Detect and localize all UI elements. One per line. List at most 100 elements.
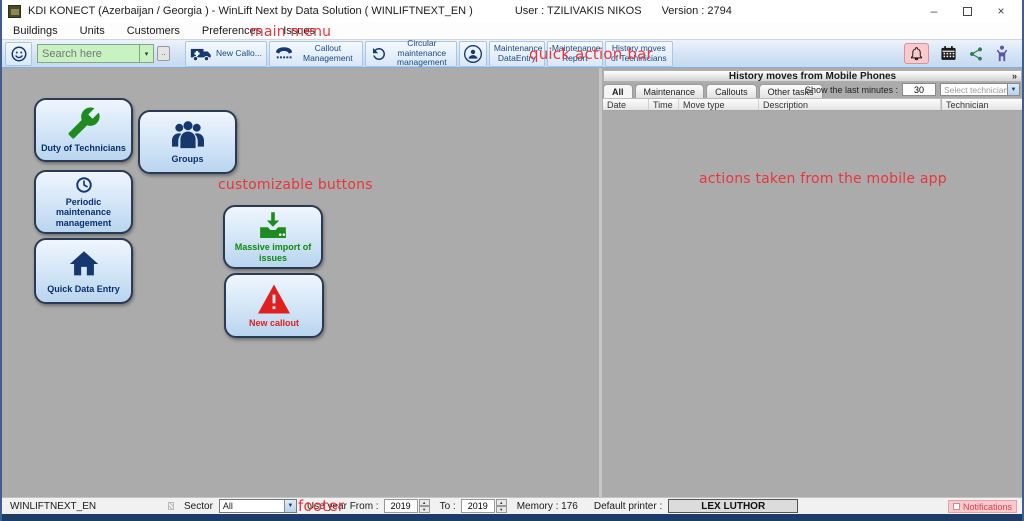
notifications-toggle[interactable]: Notifications — [948, 500, 1017, 513]
close-icon[interactable]: × — [994, 4, 1008, 18]
quick-action-bar: ▾ .. New Callo... Callou — [2, 40, 1022, 68]
calendar-button[interactable] — [940, 45, 957, 62]
technician-select-placeholder: Select technician — [941, 85, 1007, 95]
status-bar: WINLIFTNEXT_EN footer Sector All ▼ Use y… — [2, 497, 1022, 514]
callout-management-button[interactable]: Callout Management — [269, 41, 363, 67]
memory-indicator: Memory : 176 — [517, 501, 578, 512]
menu-units[interactable]: Units — [69, 25, 116, 37]
spin-up-icon[interactable]: ▲ — [496, 499, 507, 506]
column-time[interactable]: Time — [649, 99, 679, 110]
circular-maintenance-button[interactable]: Circular maintenance management — [365, 41, 457, 67]
spin-up-icon[interactable]: ▲ — [419, 499, 430, 506]
window-title: KDI KONECT (Azerbaijan / Georgia ) - Win… — [28, 5, 473, 17]
wrench-icon — [67, 106, 101, 140]
checkbox-icon[interactable] — [953, 503, 960, 510]
search-input[interactable] — [37, 44, 139, 63]
technician-person-icon — [995, 45, 1009, 62]
year-to-updown: ▲ ▼ — [496, 499, 507, 513]
annotation-customizable-buttons: customizable buttons — [218, 177, 373, 193]
menu-customers[interactable]: Customers — [116, 25, 191, 37]
import-icon — [256, 211, 290, 239]
footer-app-id: WINLIFTNEXT_EN — [10, 501, 160, 512]
warning-icon — [256, 283, 292, 315]
periodic-maintenance-button[interactable]: Periodic maintenance management — [34, 170, 133, 234]
history-moves-panel: History moves from Mobile Phones » All M… — [603, 70, 1022, 497]
massive-import-button[interactable]: Massive import of issues — [223, 205, 323, 269]
sector-value: All — [220, 501, 284, 511]
column-date[interactable]: Date — [603, 99, 649, 110]
operator-button[interactable] — [459, 41, 487, 67]
new-callout-big-label: New callout — [249, 318, 299, 328]
sector-select[interactable]: All ▼ — [219, 499, 297, 513]
column-move-type[interactable]: Move type — [679, 99, 759, 110]
technician-button[interactable] — [995, 45, 1009, 62]
panel-title: History moves from Mobile Phones — [729, 71, 896, 82]
logged-user: User : TZILIVAKIS NIKOS — [515, 5, 642, 17]
show-last-minutes-label: Show the last minutes : — [805, 85, 898, 95]
year-to-input[interactable] — [461, 499, 495, 513]
spin-down-icon[interactable]: ▼ — [419, 506, 430, 513]
share-icon — [968, 46, 984, 62]
window-controls: – × — [927, 4, 1008, 18]
bell-icon — [909, 46, 924, 61]
menu-buildings[interactable]: Buildings — [2, 25, 69, 37]
app-version: Version : 2794 — [662, 5, 732, 17]
ambulance-icon — [190, 46, 212, 62]
tab-maintenance[interactable]: Maintenance — [635, 84, 705, 98]
search-dropdown-arrow[interactable]: ▾ — [139, 44, 154, 63]
to-label: To : — [440, 501, 456, 512]
panel-collapse-icon[interactable]: » — [1012, 71, 1017, 82]
callout-management-label: Callout Management — [298, 44, 358, 63]
title-bar: KDI KONECT (Azerbaijan / Georgia ) - Win… — [2, 0, 1022, 22]
menu-bar: Buildings Units Customers Preferences Is… — [2, 22, 1022, 40]
tab-all[interactable]: All — [603, 84, 633, 98]
chevron-down-icon[interactable]: ▼ — [284, 500, 296, 512]
notifications-label: Notifications — [963, 502, 1012, 512]
column-description[interactable]: Description — [759, 99, 941, 110]
massive-import-label: Massive import of issues — [229, 242, 317, 263]
minimize-icon[interactable]: – — [927, 4, 941, 18]
clock-icon — [68, 176, 100, 194]
circular-maintenance-label: Circular maintenance management — [392, 39, 452, 67]
duty-of-technicians-button[interactable]: Duty of Technicians — [34, 98, 133, 162]
quick-data-entry-label: Quick Data Entry — [47, 284, 120, 294]
technician-select[interactable]: Select technician ▼ — [940, 83, 1020, 96]
new-callout-toolbar-button[interactable]: New Callo... — [185, 41, 267, 67]
spin-down-icon[interactable]: ▼ — [496, 506, 507, 513]
annotation-quick-action-bar: quick action bar — [529, 45, 653, 63]
year-from-input[interactable] — [384, 499, 418, 513]
groups-icon — [170, 119, 206, 151]
smiley-icon — [10, 45, 28, 63]
tab-callouts[interactable]: Callouts — [706, 84, 757, 98]
year-from-spinner: ▲ ▼ — [384, 499, 430, 513]
annotation-footer: footer — [298, 497, 344, 515]
panel-splitter[interactable] — [599, 68, 602, 497]
smiley-button[interactable] — [5, 42, 32, 66]
groups-button[interactable]: Groups — [138, 110, 237, 174]
show-last-minutes-input[interactable] — [902, 83, 936, 96]
groups-label: Groups — [171, 154, 203, 164]
home-icon — [67, 247, 101, 281]
window-bottom-border — [2, 514, 1022, 521]
operator-person-icon — [463, 44, 483, 64]
app-window: KDI KONECT (Azerbaijan / Georgia ) - Win… — [0, 0, 1024, 521]
annotation-main-menu: main menu — [250, 24, 331, 40]
quick-data-entry-button[interactable]: Quick Data Entry — [34, 238, 133, 304]
moves-table-header: Date Time Move type Description Technici… — [603, 98, 1022, 111]
quick-icons-group — [904, 43, 1009, 64]
share-button[interactable] — [968, 46, 984, 62]
maximize-icon[interactable] — [963, 7, 972, 16]
search-more-button[interactable]: .. — [157, 46, 170, 61]
sector-label: Sector — [184, 501, 213, 512]
main-area: Duty of Technicians Groups Periodic main… — [2, 68, 1022, 497]
column-technician[interactable]: Technician — [941, 99, 1022, 110]
circular-arrow-icon — [370, 45, 388, 63]
duty-of-technicians-label: Duty of Technicians — [41, 143, 126, 153]
calendar-icon — [940, 45, 957, 62]
chevron-down-icon[interactable]: ▼ — [1007, 84, 1019, 95]
new-callout-big-button[interactable]: New callout — [224, 273, 324, 338]
notifications-bell-button[interactable] — [904, 43, 929, 64]
printer-name-button[interactable]: LEX LUTHOR — [668, 499, 798, 513]
search-combo: ▾ .. — [37, 44, 170, 63]
panel-header[interactable]: History moves from Mobile Phones » — [603, 70, 1022, 82]
